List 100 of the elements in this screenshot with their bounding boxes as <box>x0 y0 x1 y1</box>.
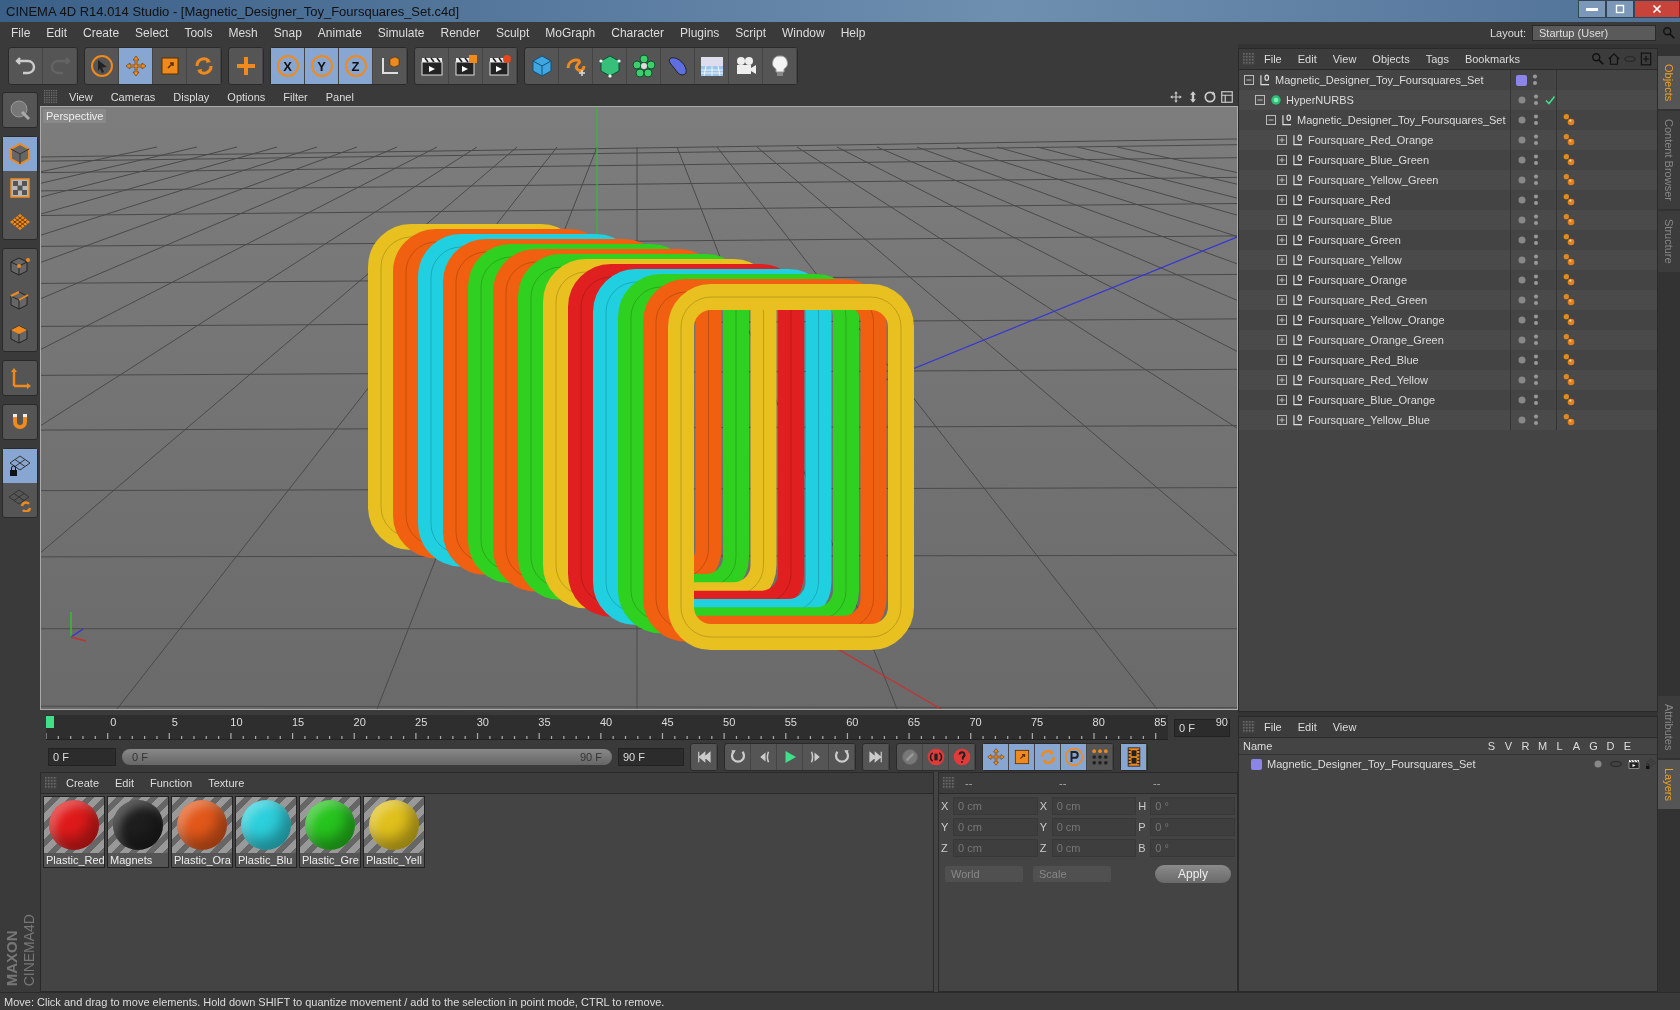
object-name[interactable]: Foursquare_Green <box>1308 234 1401 246</box>
menu-item[interactable]: Edit <box>1290 719 1324 735</box>
expand-toggle[interactable] <box>1243 74 1255 86</box>
menu-item[interactable]: Display <box>166 91 217 103</box>
menu-item[interactable]: Sculpt <box>488 24 537 42</box>
side-tab[interactable]: Layers <box>1658 760 1680 810</box>
menu-item[interactable]: Mesh <box>221 24 265 42</box>
expand-toggle[interactable] <box>1276 354 1288 366</box>
playhead-marker[interactable] <box>46 716 54 728</box>
expand-toggle[interactable] <box>1276 414 1288 426</box>
expand-toggle[interactable] <box>1276 294 1288 306</box>
object-name[interactable]: Magnetic_Designer_Toy_Foursquares_Set <box>1275 74 1484 86</box>
expand-toggle[interactable] <box>1276 234 1288 246</box>
expand-toggle[interactable] <box>1254 94 1266 106</box>
object-name[interactable]: Foursquare_Yellow <box>1308 254 1402 266</box>
menu-item[interactable]: Plugins <box>672 24 727 42</box>
menu-item[interactable]: Snap <box>266 24 309 42</box>
object-name[interactable]: Foursquare_Red_Yellow <box>1308 374 1429 386</box>
menu-item[interactable]: Create <box>59 775 107 791</box>
object-name[interactable]: Foursquare_Blue_Green <box>1308 154 1430 166</box>
expand-toggle[interactable] <box>1276 154 1288 166</box>
menu-item[interactable]: Edit <box>108 775 141 791</box>
menu-item[interactable]: Options <box>220 91 273 103</box>
start-frame-field[interactable]: 0 F <box>48 748 116 766</box>
menu-item[interactable]: Edit <box>1290 51 1324 67</box>
object-name[interactable]: Foursquare_Yellow_Blue <box>1308 414 1430 426</box>
menu-item[interactable]: Panel <box>318 91 361 103</box>
menu-item[interactable]: Tools <box>177 24 220 42</box>
menu-item[interactable]: Select <box>128 24 176 42</box>
expand-toggle[interactable] <box>1276 214 1288 226</box>
menu-item[interactable]: Texture <box>201 775 252 791</box>
expand-toggle[interactable] <box>1276 254 1288 266</box>
param-key-button[interactable] <box>1061 744 1087 770</box>
scale-key-button[interactable] <box>1009 744 1035 770</box>
menu-item[interactable]: Objects <box>1365 51 1417 67</box>
object-name[interactable]: Foursquare_Yellow_Green <box>1308 174 1439 186</box>
menu-item[interactable]: View <box>1325 51 1364 67</box>
timeline-view-button[interactable] <box>1121 744 1147 770</box>
menu-item[interactable]: File <box>1257 51 1289 67</box>
layout-dropdown[interactable]: Startup (User) <box>1532 25 1656 41</box>
move-tool-button[interactable] <box>119 48 153 84</box>
expand-toggle[interactable] <box>1276 374 1288 386</box>
axis-lock-button[interactable]: Z <box>339 48 373 84</box>
lock-grid-mode-button[interactable] <box>3 449 37 483</box>
menu-item[interactable]: Function <box>143 775 200 791</box>
menu-item[interactable]: MoGraph <box>538 24 603 42</box>
object-name[interactable]: Foursquare_Yellow_Orange <box>1308 314 1445 326</box>
expand-toggle[interactable] <box>1276 334 1288 346</box>
expand-toggle[interactable] <box>1265 114 1277 126</box>
material-swatch[interactable]: Plastic_Ora <box>171 796 233 868</box>
model-cube-mode-button[interactable] <box>3 137 37 171</box>
menu-item[interactable]: File <box>4 24 38 42</box>
menu-item[interactable]: Cameras <box>103 91 163 103</box>
material-swatch[interactable]: Plastic_Yell <box>363 796 425 868</box>
object-name[interactable]: Magnetic_Designer_Toy_Foursquares_Set <box>1297 114 1506 126</box>
expand-toggle[interactable] <box>1276 174 1288 186</box>
menu-item[interactable]: Filter <box>276 91 315 103</box>
object-name[interactable]: Foursquare_Red_Orange <box>1308 134 1434 146</box>
menu-item[interactable]: Bookmarks <box>1457 51 1527 67</box>
material-swatch[interactable]: Magnets <box>107 796 169 868</box>
object-name[interactable]: Foursquare_Red_Green <box>1308 294 1428 306</box>
object-name[interactable]: Foursquare_Red_Blue <box>1308 354 1419 366</box>
menu-item[interactable]: Render <box>433 24 487 42</box>
object-name[interactable]: Foursquare_Blue_Orange <box>1308 394 1436 406</box>
axis-lock-button[interactable]: Y <box>305 48 339 84</box>
material-swatch[interactable]: Plastic_Blu <box>235 796 297 868</box>
menu-item[interactable]: Character <box>604 24 671 42</box>
end-frame-field[interactable]: 90 F <box>618 748 684 766</box>
menu-item[interactable]: File <box>1257 719 1289 735</box>
minimize-button[interactable] <box>1578 0 1606 18</box>
layer-name[interactable]: Magnetic_Designer_Toy_Foursquares_Set <box>1267 758 1476 770</box>
material-swatch[interactable]: Plastic_Gre <box>299 796 361 868</box>
menu-item[interactable]: Animate <box>310 24 369 42</box>
object-name[interactable]: Foursquare_Red <box>1308 194 1391 206</box>
move-key-button[interactable] <box>983 744 1009 770</box>
expand-toggle[interactable] <box>1276 394 1288 406</box>
menu-item[interactable]: Simulate <box>370 24 432 42</box>
menu-item[interactable]: Help <box>833 24 873 42</box>
side-tab[interactable]: Objects <box>1658 56 1680 110</box>
object-name[interactable]: Foursquare_Orange_Green <box>1308 334 1444 346</box>
object-name[interactable]: HyperNURBS <box>1286 94 1354 106</box>
menu-item[interactable]: Edit <box>39 24 75 42</box>
apply-button[interactable]: Apply <box>1155 865 1231 883</box>
expand-toggle[interactable] <box>1276 194 1288 206</box>
menu-item[interactable]: Tags <box>1418 51 1456 67</box>
menu-item[interactable]: View <box>62 91 100 103</box>
close-button[interactable] <box>1634 0 1680 18</box>
expand-toggle[interactable] <box>1276 134 1288 146</box>
menu-item[interactable]: Window <box>775 24 832 42</box>
object-name[interactable]: Foursquare_Orange <box>1308 274 1408 286</box>
object-name[interactable]: Foursquare_Blue <box>1308 214 1393 226</box>
menu-item[interactable]: Script <box>728 24 773 42</box>
menu-item[interactable]: Create <box>76 24 127 42</box>
expand-toggle[interactable] <box>1276 314 1288 326</box>
axis-lock-button[interactable]: X <box>271 48 305 84</box>
maximize-button[interactable] <box>1606 0 1634 18</box>
rotate-key-button[interactable] <box>1035 744 1061 770</box>
menu-item[interactable]: View <box>1325 719 1364 735</box>
expand-toggle[interactable] <box>1276 274 1288 286</box>
material-swatch[interactable]: Plastic_Red <box>43 796 105 868</box>
